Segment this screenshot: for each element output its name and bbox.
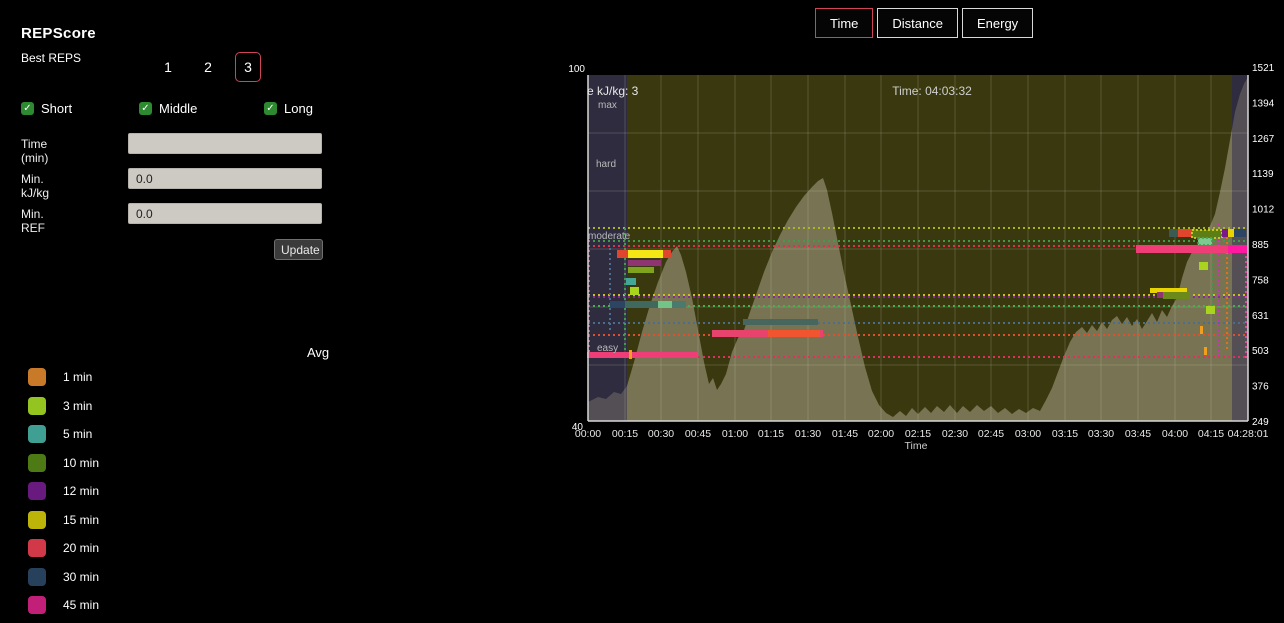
x-axis-tick-label: 01:45 <box>832 428 858 440</box>
x-axis-tick-label: 03:15 <box>1052 428 1078 440</box>
effort-bar[interactable] <box>1163 292 1190 299</box>
effort-bar[interactable] <box>1228 245 1247 253</box>
effort-bar[interactable] <box>629 350 632 359</box>
x-axis-tick-label: 00:30 <box>648 428 674 440</box>
x-axis-tick-label: 02:30 <box>942 428 968 440</box>
y2-axis-tick-label: 885 <box>1252 240 1269 251</box>
y2-axis-tick-label: 758 <box>1252 275 1269 286</box>
x-axis-tick-label: 01:15 <box>758 428 784 440</box>
effort-bar[interactable] <box>628 260 661 266</box>
effort-bar[interactable] <box>1234 229 1246 237</box>
x-axis-tick-label: 02:45 <box>978 428 1004 440</box>
effort-bar[interactable] <box>630 287 639 295</box>
effort-bar[interactable] <box>1206 306 1215 314</box>
effort-bar[interactable] <box>1200 326 1203 334</box>
effort-bar[interactable] <box>610 301 625 308</box>
y-axis-top-label: 100 <box>568 64 585 75</box>
zone-label-moderate: moderate <box>588 231 631 242</box>
x-axis-tick-label: 02:00 <box>868 428 894 440</box>
effort-bar[interactable] <box>1199 262 1208 270</box>
x-axis-tick-label: 03:45 <box>1125 428 1151 440</box>
y2-axis-tick-label: 1139 <box>1252 169 1274 180</box>
x-axis-tick-label: 00:00 <box>575 428 601 440</box>
zone-label-easy: easy <box>597 343 618 354</box>
y2-axis-tick-label: 503 <box>1252 346 1269 357</box>
x-axis-tick-label: 03:30 <box>1088 428 1114 440</box>
y2-axis-tick-label: 376 <box>1252 382 1269 393</box>
effort-bar[interactable] <box>672 301 686 308</box>
x-axis-tick-label: 04:28:01 <box>1228 428 1269 440</box>
effort-bar[interactable] <box>712 330 768 337</box>
x-axis-title: Time <box>905 440 928 452</box>
effort-bar[interactable] <box>1228 229 1234 237</box>
y2-axis-tick-label: 631 <box>1252 311 1269 322</box>
x-axis-tick-label: 04:15 <box>1198 428 1224 440</box>
effort-bar[interactable] <box>1136 245 1228 253</box>
effort-bar[interactable] <box>628 250 664 258</box>
x-axis-tick-label: 04:00 <box>1162 428 1188 440</box>
y2-axis-tick-label: 1521 <box>1252 63 1275 74</box>
x-axis-tick-label: 01:00 <box>722 428 748 440</box>
x-axis-tick-label: 03:00 <box>1015 428 1041 440</box>
effort-bar[interactable] <box>820 330 823 337</box>
effort-bar[interactable] <box>1222 229 1228 237</box>
effort-bar[interactable] <box>1192 230 1222 238</box>
effort-bar[interactable] <box>617 250 628 258</box>
effort-bar[interactable] <box>663 250 671 258</box>
zone-label-hard: hard <box>596 159 616 170</box>
kjkg-overlay-label: e kJ/kg: 3 <box>587 84 639 98</box>
effort-bar[interactable] <box>658 301 672 308</box>
chart-canvas[interactable]: max hard moderate easy e kJ/kg: 3 Time: 04:03… <box>0 0 1284 623</box>
y2-axis-tick-label: 1012 <box>1252 205 1275 216</box>
effort-bar[interactable] <box>743 319 818 325</box>
effort-bar[interactable] <box>1204 347 1207 355</box>
effort-bar[interactable] <box>768 330 820 337</box>
effort-bar[interactable] <box>1198 238 1212 245</box>
x-axis-tick-label: 00:45 <box>685 428 711 440</box>
effort-bar[interactable] <box>626 278 636 285</box>
x-axis-tick-label: 01:30 <box>795 428 821 440</box>
x-axis-tick-label: 00:15 <box>612 428 638 440</box>
y2-axis-tick-label: 1394 <box>1252 98 1275 109</box>
time-overlay-label: Time: 04:03:32 <box>892 84 972 98</box>
effort-bar[interactable] <box>625 301 658 308</box>
y2-axis-tick-label: 1267 <box>1252 134 1275 145</box>
zone-label-max: max <box>598 100 617 111</box>
x-axis-tick-label: 02:15 <box>905 428 931 440</box>
effort-bar[interactable] <box>628 267 654 273</box>
y2-axis-tick-label: 249 <box>1252 417 1269 428</box>
masked-band-overlay <box>588 75 627 421</box>
effort-bar[interactable] <box>1169 229 1178 237</box>
